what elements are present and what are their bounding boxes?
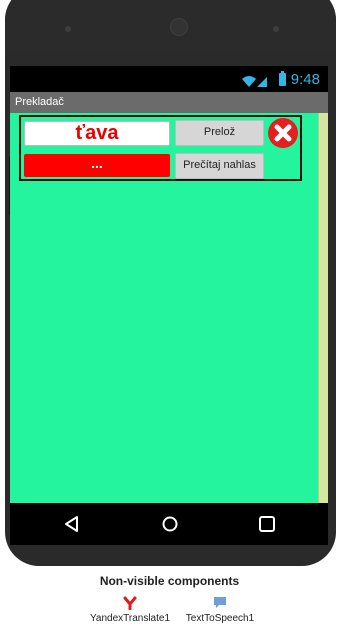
wifi-signal-icon (241, 74, 267, 87)
close-icon[interactable] (268, 118, 298, 148)
designer-canvas: 9:48 Prekladač ťava Prelož ... Prečítaj … (0, 0, 339, 631)
text-to-speech-component[interactable]: TextToSpeech1 (175, 596, 265, 624)
app-title: Prekladač (15, 96, 64, 108)
back-icon[interactable] (62, 514, 82, 534)
input-text-field[interactable]: ťava (24, 121, 170, 146)
screen-content: ťava Prelož ... Prečítaj nahlas (10, 113, 328, 503)
yandex-translate-label: YandexTranslate1 (89, 613, 171, 624)
battery-icon (278, 71, 286, 86)
yandex-icon (123, 596, 137, 610)
text-to-speech-label: TextToSpeech1 (185, 613, 255, 624)
yandex-translate-component[interactable]: YandexTranslate1 (85, 596, 175, 624)
scroll-strip (318, 113, 328, 503)
speak-button[interactable]: Prečítaj nahlas (175, 153, 264, 179)
navigation-bar (10, 503, 328, 545)
phone-top-bezel (5, 0, 336, 50)
sensor-dot-right (273, 26, 279, 32)
camera-icon (170, 18, 188, 36)
translate-button[interactable]: Prelož (175, 120, 264, 146)
sensor-dot-left (65, 26, 71, 32)
table-arrangement: ťava Prelož ... Prečítaj nahlas (19, 115, 302, 181)
phone-screen: 9:48 Prekladač ťava Prelož ... Prečítaj … (10, 66, 328, 503)
app-title-bar: Prekladač (10, 92, 328, 113)
status-time: 9:48 (290, 71, 320, 88)
home-icon[interactable] (160, 514, 180, 534)
output-label: ... (24, 154, 170, 177)
recent-apps-icon[interactable] (257, 514, 277, 534)
non-visible-title: Non-visible components (99, 574, 240, 588)
speech-icon (214, 597, 226, 608)
status-bar: 9:48 (10, 66, 328, 92)
